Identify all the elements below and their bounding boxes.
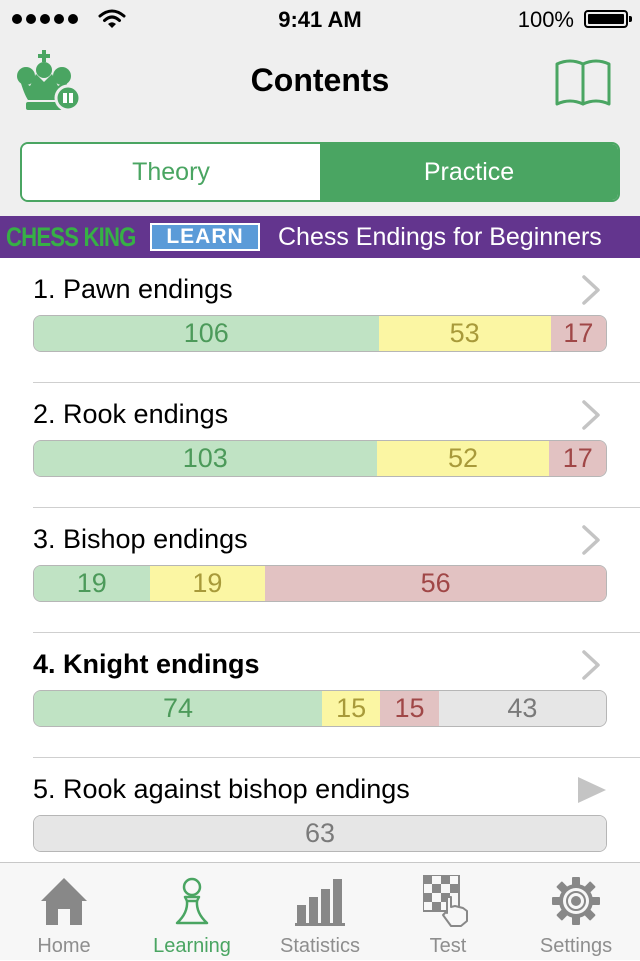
- chapter-title: 3. Bishop endings: [33, 524, 248, 554]
- chapter-row[interactable]: 2. Rook endings 103 52 17: [0, 383, 640, 508]
- progress-correct: 19: [34, 566, 150, 601]
- segment-theory[interactable]: Theory: [22, 144, 320, 200]
- progress-wrong: 17: [550, 316, 606, 351]
- progress-correct: 103: [34, 441, 377, 476]
- progress-correct: 74: [34, 691, 322, 726]
- tab-home[interactable]: Home: [0, 863, 128, 961]
- page-title: Contents: [250, 62, 390, 98]
- chapter-title: 5. Rook against bishop endings: [33, 774, 410, 804]
- progress-bar: 106 53 17: [33, 315, 607, 352]
- course-banner: CHESS KING LEARN Chess Endings for Begin…: [0, 216, 640, 258]
- tab-statistics[interactable]: Statistics: [256, 863, 384, 961]
- progress-unsolved: 43: [438, 691, 606, 726]
- progress-correct: 106: [34, 316, 379, 351]
- tab-label: Learning: [153, 935, 231, 957]
- chapter-row[interactable]: 4. Knight endings 74 15 15 43: [0, 633, 640, 758]
- progress-partial: 52: [376, 441, 550, 476]
- chapter-title: 4. Knight endings: [33, 649, 260, 679]
- bar-chart-icon: [295, 879, 345, 926]
- progress-wrong: 17: [549, 441, 606, 476]
- chapter-title: 2. Rook endings: [33, 399, 229, 429]
- chapter-row[interactable]: 5. Rook against bishop endings 63: [0, 758, 640, 862]
- progress-bar: 74 15 15 43: [33, 690, 607, 727]
- battery-percent: 100%: [517, 7, 574, 32]
- play-icon: [578, 777, 606, 803]
- tab-settings[interactable]: Settings: [512, 863, 640, 961]
- home-icon: [41, 878, 87, 925]
- chevron-right-icon: [582, 400, 600, 430]
- tab-label: Statistics: [279, 935, 361, 957]
- theory-practice-segmented-control: Theory Practice: [20, 142, 620, 202]
- progress-partial: 19: [149, 566, 266, 601]
- progress-unsolved: 63: [34, 816, 606, 851]
- progress-wrong: 56: [265, 566, 606, 601]
- brand-name: CHESS KING: [6, 222, 136, 252]
- progress-bar: 103 52 17: [33, 440, 607, 477]
- progress-partial: 53: [378, 316, 551, 351]
- progress-bar: 63: [33, 815, 607, 852]
- battery-icon: [584, 10, 632, 28]
- chapter-row[interactable]: 3. Bishop endings 19 19 56: [0, 508, 640, 633]
- learn-badge: LEARN: [150, 223, 260, 251]
- chapter-list: 1. Pawn endings 106 53 17 2. Rook ending…: [0, 258, 640, 862]
- progress-bar: 19 19 56: [33, 565, 607, 602]
- course-title: Chess Endings for Beginners: [278, 223, 602, 251]
- tab-bar: Home Learning Statistics Test Settings: [0, 862, 640, 960]
- tab-label: Test: [429, 935, 467, 957]
- book-icon[interactable]: [554, 56, 612, 108]
- status-bar: 9:41 AM 100%: [0, 0, 640, 40]
- pawn-icon: [175, 877, 209, 925]
- header-area: 9:41 AM 100% Contents Theory Practice: [0, 0, 640, 216]
- chapter-title: 1. Pawn endings: [33, 274, 233, 304]
- chevron-right-icon: [582, 650, 600, 680]
- progress-partial: 15: [321, 691, 381, 726]
- chapter-row[interactable]: 1. Pawn endings 106 53 17: [0, 258, 640, 383]
- chevron-right-icon: [582, 275, 600, 305]
- tab-learning[interactable]: Learning: [128, 863, 256, 961]
- segment-practice[interactable]: Practice: [320, 144, 618, 200]
- gear-icon: [552, 877, 600, 925]
- chessboard-hand-icon: [423, 875, 468, 927]
- tab-label: Settings: [539, 935, 613, 957]
- chevron-right-icon: [582, 525, 600, 555]
- progress-wrong: 15: [380, 691, 439, 726]
- tab-label: Home: [37, 935, 91, 957]
- tab-test[interactable]: Test: [384, 863, 512, 961]
